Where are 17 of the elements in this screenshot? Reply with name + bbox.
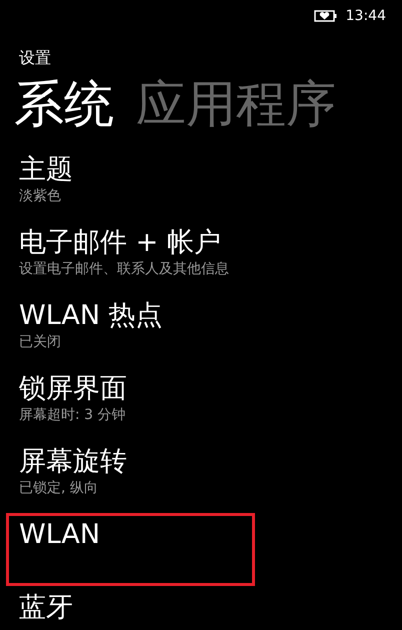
- pivot-tab[interactable]: 系统: [14, 74, 114, 138]
- setting-subtitle: 屏幕超时: 3 分钟: [19, 406, 127, 424]
- setting-title[interactable]: 电子邮件 + 帐户: [19, 226, 252, 260]
- setting-title[interactable]: 蓝牙: [19, 591, 252, 625]
- setting-subtitle: 已锁定, 纵向: [19, 479, 99, 497]
- setting-title[interactable]: 锁屏界面: [19, 372, 252, 406]
- app-title: 设置: [18, 47, 52, 68]
- setting-subtitle: 淡紫色: [19, 187, 62, 205]
- pivot-tab[interactable]: 应用程序: [136, 74, 336, 138]
- setting-title[interactable]: 主题: [19, 153, 252, 187]
- status-time: 13:44: [346, 8, 386, 24]
- setting-subtitle: 已关闭: [19, 333, 62, 351]
- setting-title[interactable]: WLAN 热点: [19, 299, 252, 333]
- setting-subtitle: 设置电子邮件、联系人及其他信息: [19, 260, 230, 278]
- battery-icon: [314, 10, 338, 22]
- setting-title[interactable]: WLAN: [19, 518, 252, 552]
- setting-title[interactable]: 屏幕旋转: [19, 445, 252, 479]
